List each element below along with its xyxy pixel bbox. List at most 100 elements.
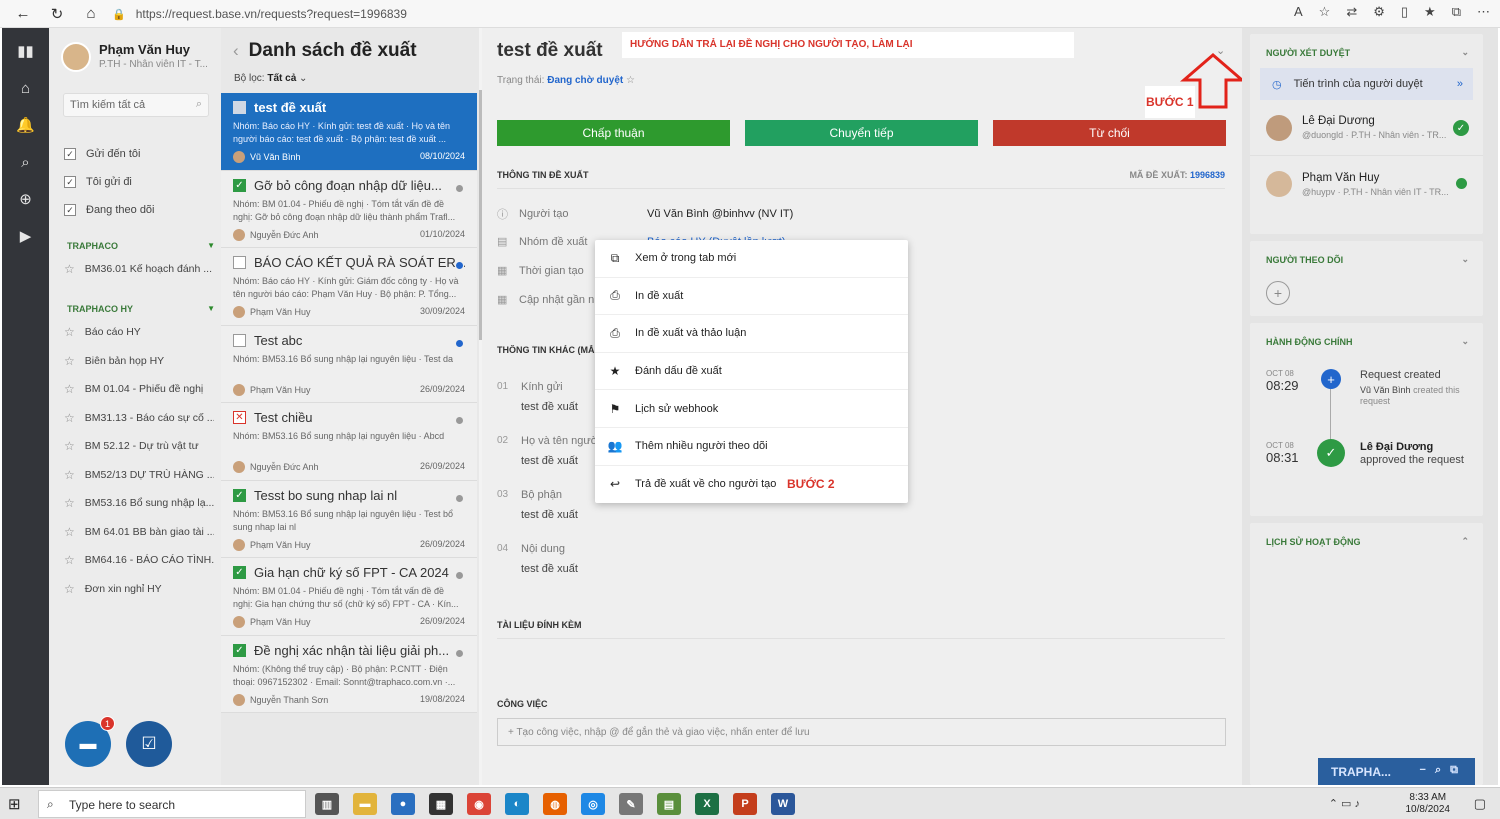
checkbox[interactable]: ✓ (64, 204, 76, 216)
chrome-icon[interactable]: ◉ (467, 793, 491, 815)
address-bar[interactable]: 🔒 https://request.base.vn/requests?reque… (112, 3, 1212, 25)
list-item[interactable]: ☆ Đơn xin nghỉ HY (64, 575, 214, 604)
list-item[interactable]: ☆ Báo cáo HY (64, 318, 214, 347)
app-icon[interactable]: ▤ (657, 793, 681, 815)
file-explorer-icon[interactable]: ▬ (353, 793, 377, 815)
star-icon[interactable]: ☆ (64, 354, 75, 368)
read-aloud-icon[interactable]: A (1294, 4, 1303, 20)
list-item[interactable]: ☆ BM 52.12 - Dự trù vật tư (64, 432, 214, 461)
menu-item-add-followers[interactable]: 👥 Thêm nhiều người theo dõi (595, 428, 908, 466)
windows-start-icon[interactable]: ⊞ (8, 795, 21, 813)
list-item[interactable]: ☆ BM36.01 Kế hoạch đánh ... (64, 255, 214, 284)
checkbox[interactable]: ✓ (64, 148, 76, 160)
favorite-icon[interactable]: ☆ (1319, 4, 1331, 20)
translate-icon[interactable]: ⇄ (1346, 4, 1357, 20)
favorites-list-icon[interactable]: ★ (1424, 4, 1436, 20)
chevron-down-icon[interactable]: ⌄ (1216, 44, 1225, 57)
firefox-icon[interactable]: ◍ (543, 793, 567, 815)
more-icon[interactable]: ⋯ (1477, 4, 1490, 20)
app-icon[interactable]: ● (391, 793, 415, 815)
list-item[interactable]: ☆ BM52/13 DỰ TRÙ HÀNG ... (64, 461, 214, 490)
notification-center-icon[interactable]: ▢ (1474, 796, 1486, 812)
request-item[interactable]: ✓ Gỡ bỏ công đoạn nhập dữ liệu... Nhóm: B… (221, 170, 477, 248)
menu-item-webhook-history[interactable]: ⚑ Lịch sử webhook (595, 390, 908, 428)
apps-icon[interactable]: ▮▮ (2, 37, 49, 65)
card-header[interactable]: NGƯỜI THEO DÕI ⌄ (1250, 241, 1483, 265)
filter-item[interactable]: ✓ Đang theo dõi (64, 196, 155, 224)
notification-icon[interactable]: 🔔 (2, 111, 49, 139)
task-input[interactable]: + Tạo công việc, nhập @ để gắn thẻ và gi… (497, 718, 1226, 746)
star-icon[interactable]: ☆ (64, 439, 75, 453)
search-nav-icon[interactable]: ⌕ (2, 148, 49, 176)
menu-item-open-new-tab[interactable]: ⧉ Xem ở trong tab mới (595, 240, 908, 278)
filter-item[interactable]: ✓ Gửi đến tôi (64, 140, 155, 168)
checkbox-checked[interactable]: ✓ (233, 566, 246, 579)
star-icon[interactable]: ☆ (64, 582, 75, 596)
list-filter[interactable]: Bộ lọc: Tất cả ⌄ (234, 73, 307, 84)
reload-icon[interactable]: ↻ (46, 3, 68, 25)
star-icon[interactable]: ☆ (64, 468, 75, 482)
app-icon[interactable]: ✎ (619, 793, 643, 815)
powerpoint-icon[interactable]: P (733, 793, 757, 815)
group-header-traphaco[interactable]: TRAPHACO ▼ (67, 241, 215, 251)
card-header[interactable]: HÀNH ĐỘNG CHÍNH ⌄ (1250, 323, 1483, 347)
star-icon[interactable]: ☆ (626, 75, 635, 86)
tasks-button[interactable]: ☑ (126, 721, 172, 767)
request-item[interactable]: Test abc Nhóm: BM53.16 Bổ sung nhập lại … (221, 325, 477, 403)
request-item[interactable]: ✓ Đề nghị xác nhận tài liệu giải ph... Nh… (221, 635, 477, 713)
request-item[interactable]: test đề xuất Nhóm: Báo cáo HY · Kính gửi… (221, 93, 477, 171)
back-chevron-icon[interactable]: ‹ (233, 41, 239, 60)
list-item[interactable]: ☆ BM53.16 Bổ sung nhập lạ... (64, 489, 214, 518)
approval-process-button[interactable]: ◷ Tiến trình của người duyệt » (1260, 68, 1473, 100)
video-icon[interactable]: ▶ (2, 222, 49, 250)
user-profile[interactable]: Phạm Văn Huy P.TH - Nhân viên IT - T... (61, 42, 208, 72)
traphaco-chat-bar[interactable]: TRAPHA... −⌕⧉ (1318, 758, 1475, 785)
group-header-traphaco-hy[interactable]: TRAPHACO HY ▼ (67, 304, 215, 314)
checkbox-checked[interactable]: ✓ (233, 178, 246, 192)
request-item[interactable]: BÁO CÁO KẾT QUẢ RÀ SOÁT ER... Nhóm: Báo … (221, 248, 477, 326)
app-icon[interactable]: ▦ (429, 793, 453, 815)
chat-bar-controls-icon[interactable]: −⌕⧉ (1420, 764, 1467, 777)
checkbox[interactable]: ✓ (64, 176, 76, 188)
star-icon[interactable]: ☆ (64, 553, 75, 567)
chat-button[interactable]: ▬ 1 (65, 716, 115, 767)
list-item[interactable]: ☆ BM 64.01 BB bàn giao tài ... (64, 518, 214, 547)
star-icon[interactable]: ☆ (64, 382, 75, 396)
system-tray-icons[interactable]: ⌃ ▭ ♪ (1329, 797, 1360, 810)
reject-button[interactable]: Từ chối (993, 120, 1226, 146)
star-icon[interactable]: ☆ (64, 525, 75, 539)
forward-button[interactable]: Chuyển tiếp (745, 120, 978, 146)
approver-row[interactable]: Phạm Văn Huy @huypv · P.TH - Nhân viên IT… (1250, 156, 1483, 212)
checkbox[interactable] (233, 101, 246, 114)
menu-item-print-discussion[interactable]: ⎙ In đề xuất và thảo luận (595, 315, 908, 353)
checkbox-checked[interactable]: ✓ (233, 488, 246, 502)
star-icon[interactable]: ☆ (64, 411, 75, 425)
clock[interactable]: 8:33 AM 10/8/2024 (1406, 792, 1451, 816)
menu-item-return-to-creator[interactable]: ↩ Trả đề xuất về cho người tạo BƯỚC 2 (595, 466, 908, 504)
approve-button[interactable]: Chấp thuận (497, 120, 730, 146)
request-item[interactable]: ✓ Gia hạn chữ ký số FPT - CA 2024 Nhóm: B… (221, 558, 477, 636)
collections-icon[interactable]: ⧉ (1452, 4, 1461, 20)
checkbox[interactable] (233, 333, 246, 347)
star-icon[interactable]: ☆ (64, 325, 75, 339)
menu-item-mark[interactable]: ★ Đánh dấu đề xuất (595, 353, 908, 391)
star-icon[interactable]: ☆ (64, 262, 75, 276)
home-nav-icon[interactable]: ⌂ (2, 74, 49, 102)
split-screen-icon[interactable]: ▯ (1401, 4, 1408, 20)
approver-row[interactable]: Lê Đại Dương @duongld · P.TH - Nhân viên … (1250, 100, 1483, 156)
filter-item[interactable]: ✓ Tôi gửi đi (64, 168, 155, 196)
list-item[interactable]: ☆ BM31.13 - Báo cáo sự cố ... (64, 404, 214, 433)
word-icon[interactable]: W (771, 793, 795, 815)
list-item[interactable]: ☆ BM 01.04 - Phiếu đề nghị (64, 375, 214, 404)
home-icon[interactable]: ⌂ (80, 3, 102, 25)
task-view-icon[interactable]: ▥ (315, 793, 339, 815)
card-header[interactable]: LỊCH SỬ HOẠT ĐỘNG ⌃ (1250, 523, 1483, 547)
extensions-icon[interactable]: ⚙ (1373, 4, 1385, 20)
menu-item-print[interactable]: ⎙ In đề xuất (595, 278, 908, 316)
card-header[interactable]: NGƯỜI XÉT DUYỆT ⌄ (1250, 34, 1483, 58)
list-item[interactable]: ☆ Biên bản họp HY (64, 347, 214, 376)
add-icon[interactable]: ⊕ (2, 185, 49, 213)
app-icon[interactable]: ◎ (581, 793, 605, 815)
list-item[interactable]: ☆ BM64.16 - BÁO CÁO TÌNH... (64, 546, 214, 575)
request-item[interactable]: ✓ Tesst bo sung nhap lai nl Nhóm: BM53.16… (221, 480, 477, 558)
